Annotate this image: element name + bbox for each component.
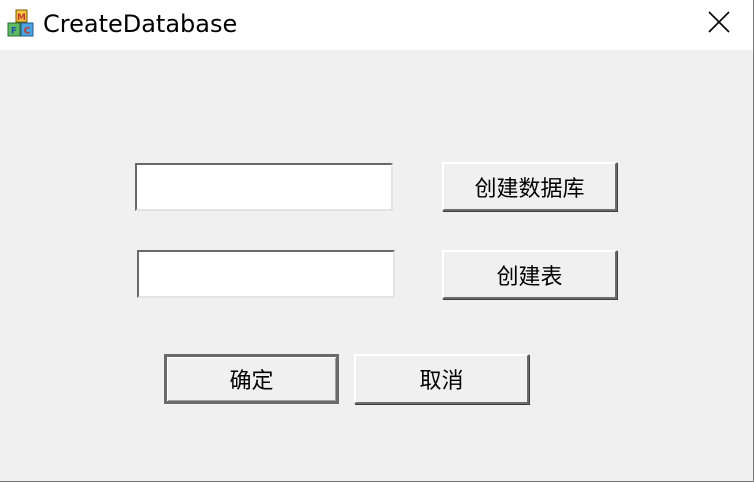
mfc-blocks-icon: M F C: [7, 9, 35, 39]
create-table-button[interactable]: 创建表: [442, 250, 617, 299]
title-bar: M F C CreateDatabase: [0, 0, 753, 50]
table-name-input[interactable]: [137, 250, 395, 298]
window-title: CreateDatabase: [43, 10, 238, 38]
dialog-window: M F C CreateDatabase 创建数据库 创建表 确定 取消: [0, 0, 754, 482]
ok-button[interactable]: 确定: [164, 354, 339, 404]
database-name-input[interactable]: [135, 163, 393, 211]
svg-text:C: C: [24, 27, 31, 37]
svg-text:F: F: [11, 27, 17, 37]
cancel-button[interactable]: 取消: [354, 354, 529, 404]
close-icon: [708, 11, 730, 37]
dialog-client-area: 创建数据库 创建表 确定 取消: [0, 50, 753, 481]
create-database-button[interactable]: 创建数据库: [442, 162, 617, 211]
close-button[interactable]: [690, 0, 748, 48]
svg-text:M: M: [17, 13, 26, 23]
